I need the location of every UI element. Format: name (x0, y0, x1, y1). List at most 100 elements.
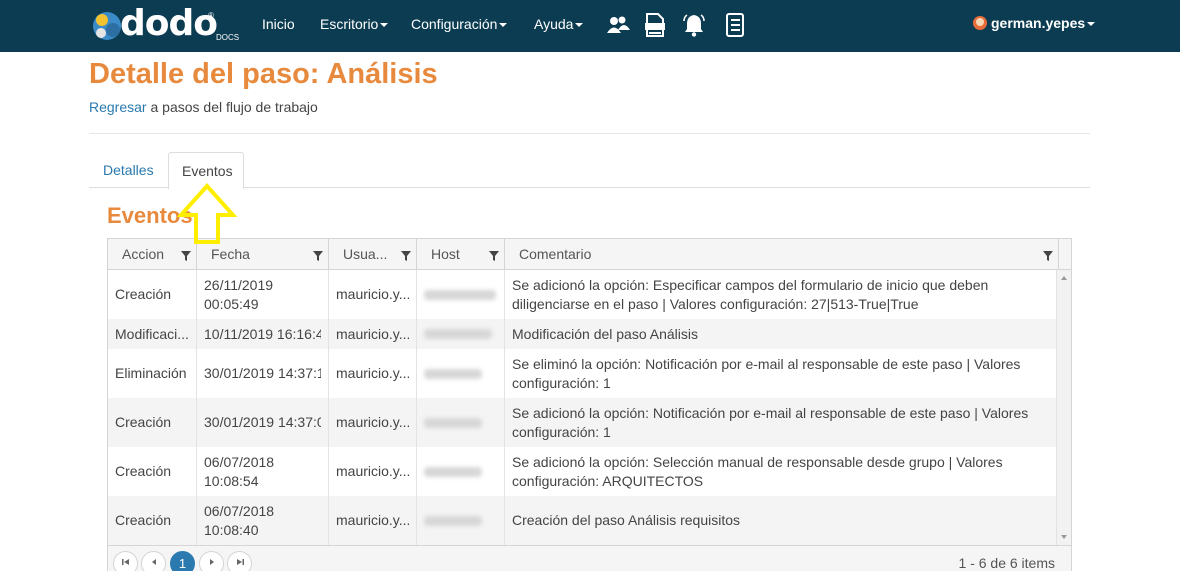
user-menu-dropdown[interactable]: german.yepes (972, 15, 1096, 31)
previous-page-button[interactable] (141, 551, 166, 571)
nav-escritorio-dropdown[interactable]: Escritorio (320, 16, 389, 32)
cell-fecha: 10/11/2019 16:16:43 (197, 319, 329, 349)
column-header-usuario[interactable]: Usua... (329, 239, 417, 270)
nav-configuracion-dropdown[interactable]: Configuración (411, 16, 508, 32)
cell-accion: Creación (108, 496, 197, 545)
cell-host-redacted (417, 496, 505, 545)
users-icon[interactable] (605, 12, 631, 38)
cell-accion: Creación (108, 447, 197, 496)
cell-host-redacted (417, 319, 505, 349)
nav-configuracion-label: Configuración (411, 16, 498, 32)
top-navbar: dodo ® DOCS Inicio Escritorio Configurac… (0, 0, 1180, 52)
nav-ayuda-dropdown[interactable]: Ayuda (534, 16, 584, 32)
filter-icon[interactable] (401, 251, 411, 261)
caret-down-icon (1087, 22, 1096, 27)
grid-body: Creación 26/11/2019 00:05:49 mauricio.y.… (108, 270, 1056, 545)
pager-info: 1 - 6 de 6 items (958, 555, 1056, 571)
first-page-icon (121, 559, 129, 565)
cell-host-redacted (417, 270, 505, 319)
nav-inicio-label: Inicio (262, 16, 295, 32)
cell-usuario: mauricio.y... (329, 270, 417, 319)
nav-ayuda-label: Ayuda (534, 16, 574, 32)
username: german.yepes (991, 15, 1086, 31)
dodo-bird-icon (93, 12, 121, 40)
xlsx-file-icon[interactable] (642, 12, 668, 38)
cell-usuario: mauricio.y... (329, 496, 417, 545)
cell-fecha: 30/01/2019 14:37:08 (197, 398, 329, 447)
cell-host-redacted (417, 349, 505, 398)
column-header-label: Accion (122, 246, 165, 262)
column-header-label: Host (431, 246, 460, 262)
scroll-up-arrow-icon[interactable] (1061, 276, 1067, 280)
cell-fecha: 06/07/2018 10:08:54 (197, 447, 329, 496)
back-link[interactable]: Regresar (89, 99, 147, 115)
dodo-logo[interactable]: dodo ® DOCS (90, 3, 240, 46)
page-title: Detalle del paso: Análisis (89, 58, 438, 90)
column-header-label: Usua... (343, 246, 388, 262)
cell-accion: Creación (108, 398, 197, 447)
grid-pager: 1 1 - 6 de 6 items (108, 545, 1071, 571)
nav-inicio[interactable]: Inicio (262, 16, 295, 32)
cell-host-redacted (417, 398, 505, 447)
page-number-button[interactable]: 1 (170, 551, 195, 571)
scroll-down-arrow-icon[interactable] (1061, 535, 1067, 539)
tab-eventos-label: Eventos (182, 163, 233, 179)
column-header-label: Comentario (519, 246, 592, 262)
table-row[interactable]: Creación 26/11/2019 00:05:49 mauricio.y.… (108, 270, 1056, 319)
cell-accion: Creación (108, 270, 197, 319)
cell-usuario: mauricio.y... (329, 398, 417, 447)
last-page-button[interactable] (227, 551, 252, 571)
events-grid: Accion Fecha Usua... Host Comentario Cre… (107, 238, 1072, 571)
document-list-icon[interactable] (722, 12, 748, 38)
column-header-host[interactable]: Host (417, 239, 505, 270)
cell-host-redacted (417, 447, 505, 496)
divider (89, 133, 1090, 134)
next-page-icon (209, 559, 214, 565)
user-avatar-icon (973, 16, 987, 30)
previous-page-icon (151, 559, 156, 565)
cell-accion: Eliminación (108, 349, 197, 398)
grid-scrollbar[interactable] (1056, 270, 1071, 545)
brand-subtitle: DOCS (216, 33, 240, 42)
cell-comentario: Modificación del paso Análisis (512, 325, 698, 342)
highlight-up-arrow-icon (177, 183, 237, 244)
caret-down-icon (499, 23, 508, 28)
table-row[interactable]: Creación 06/07/2018 10:08:54 mauricio.y.… (108, 447, 1056, 496)
column-header-comentario[interactable]: Comentario (505, 239, 1059, 270)
first-page-button[interactable] (113, 551, 138, 571)
back-navigation: Regresar a pasos del flujo de trabajo (89, 99, 318, 115)
tab-detalles-label: Detalles (103, 162, 154, 178)
cell-accion: Modificaci... (108, 319, 197, 349)
table-row[interactable]: Creación 30/01/2019 14:37:08 mauricio.y.… (108, 398, 1056, 447)
tab-detalles[interactable]: Detalles (90, 152, 167, 188)
caret-down-icon (575, 23, 584, 28)
cell-usuario: mauricio.y... (329, 349, 417, 398)
cell-comentario: Creación del paso Análisis requisitos (512, 512, 741, 528)
filter-icon[interactable] (489, 251, 499, 261)
brand-registered-mark: ® (208, 11, 214, 20)
bell-icon[interactable] (681, 12, 707, 38)
filter-icon[interactable] (181, 251, 191, 261)
table-row[interactable]: Modificaci... 10/11/2019 16:16:43 mauric… (108, 319, 1056, 349)
cell-fecha: 30/01/2019 14:37:16 (197, 349, 329, 398)
filter-icon[interactable] (1043, 251, 1053, 261)
filter-icon[interactable] (313, 251, 323, 261)
table-row[interactable]: Creación 06/07/2018 10:08:40 mauricio.y.… (108, 496, 1056, 545)
grid-header: Accion Fecha Usua... Host Comentario (108, 239, 1071, 270)
caret-down-icon (380, 23, 389, 28)
cell-comentario: Se adicionó la opción: Notificación por … (512, 404, 1029, 440)
cell-fecha: 26/11/2019 00:05:49 (197, 270, 329, 319)
back-text: a pasos del flujo de trabajo (146, 99, 318, 115)
next-page-button[interactable] (199, 551, 224, 571)
cell-usuario: mauricio.y... (329, 447, 417, 496)
cell-comentario: Se adicionó la opción: Selección manual … (512, 453, 1003, 489)
cell-comentario: Se adicionó la opción: Especificar campo… (512, 276, 989, 312)
cell-comentario: Se eliminó la opción: Notificación por e… (512, 355, 1021, 391)
nav-escritorio-label: Escritorio (320, 16, 379, 32)
table-row[interactable]: Eliminación 30/01/2019 14:37:16 mauricio… (108, 349, 1056, 398)
cell-usuario: mauricio.y... (329, 319, 417, 349)
brand-name: dodo (120, 3, 218, 44)
column-header-label: Fecha (211, 246, 250, 262)
last-page-icon (236, 559, 244, 565)
cell-fecha: 06/07/2018 10:08:40 (197, 496, 329, 545)
